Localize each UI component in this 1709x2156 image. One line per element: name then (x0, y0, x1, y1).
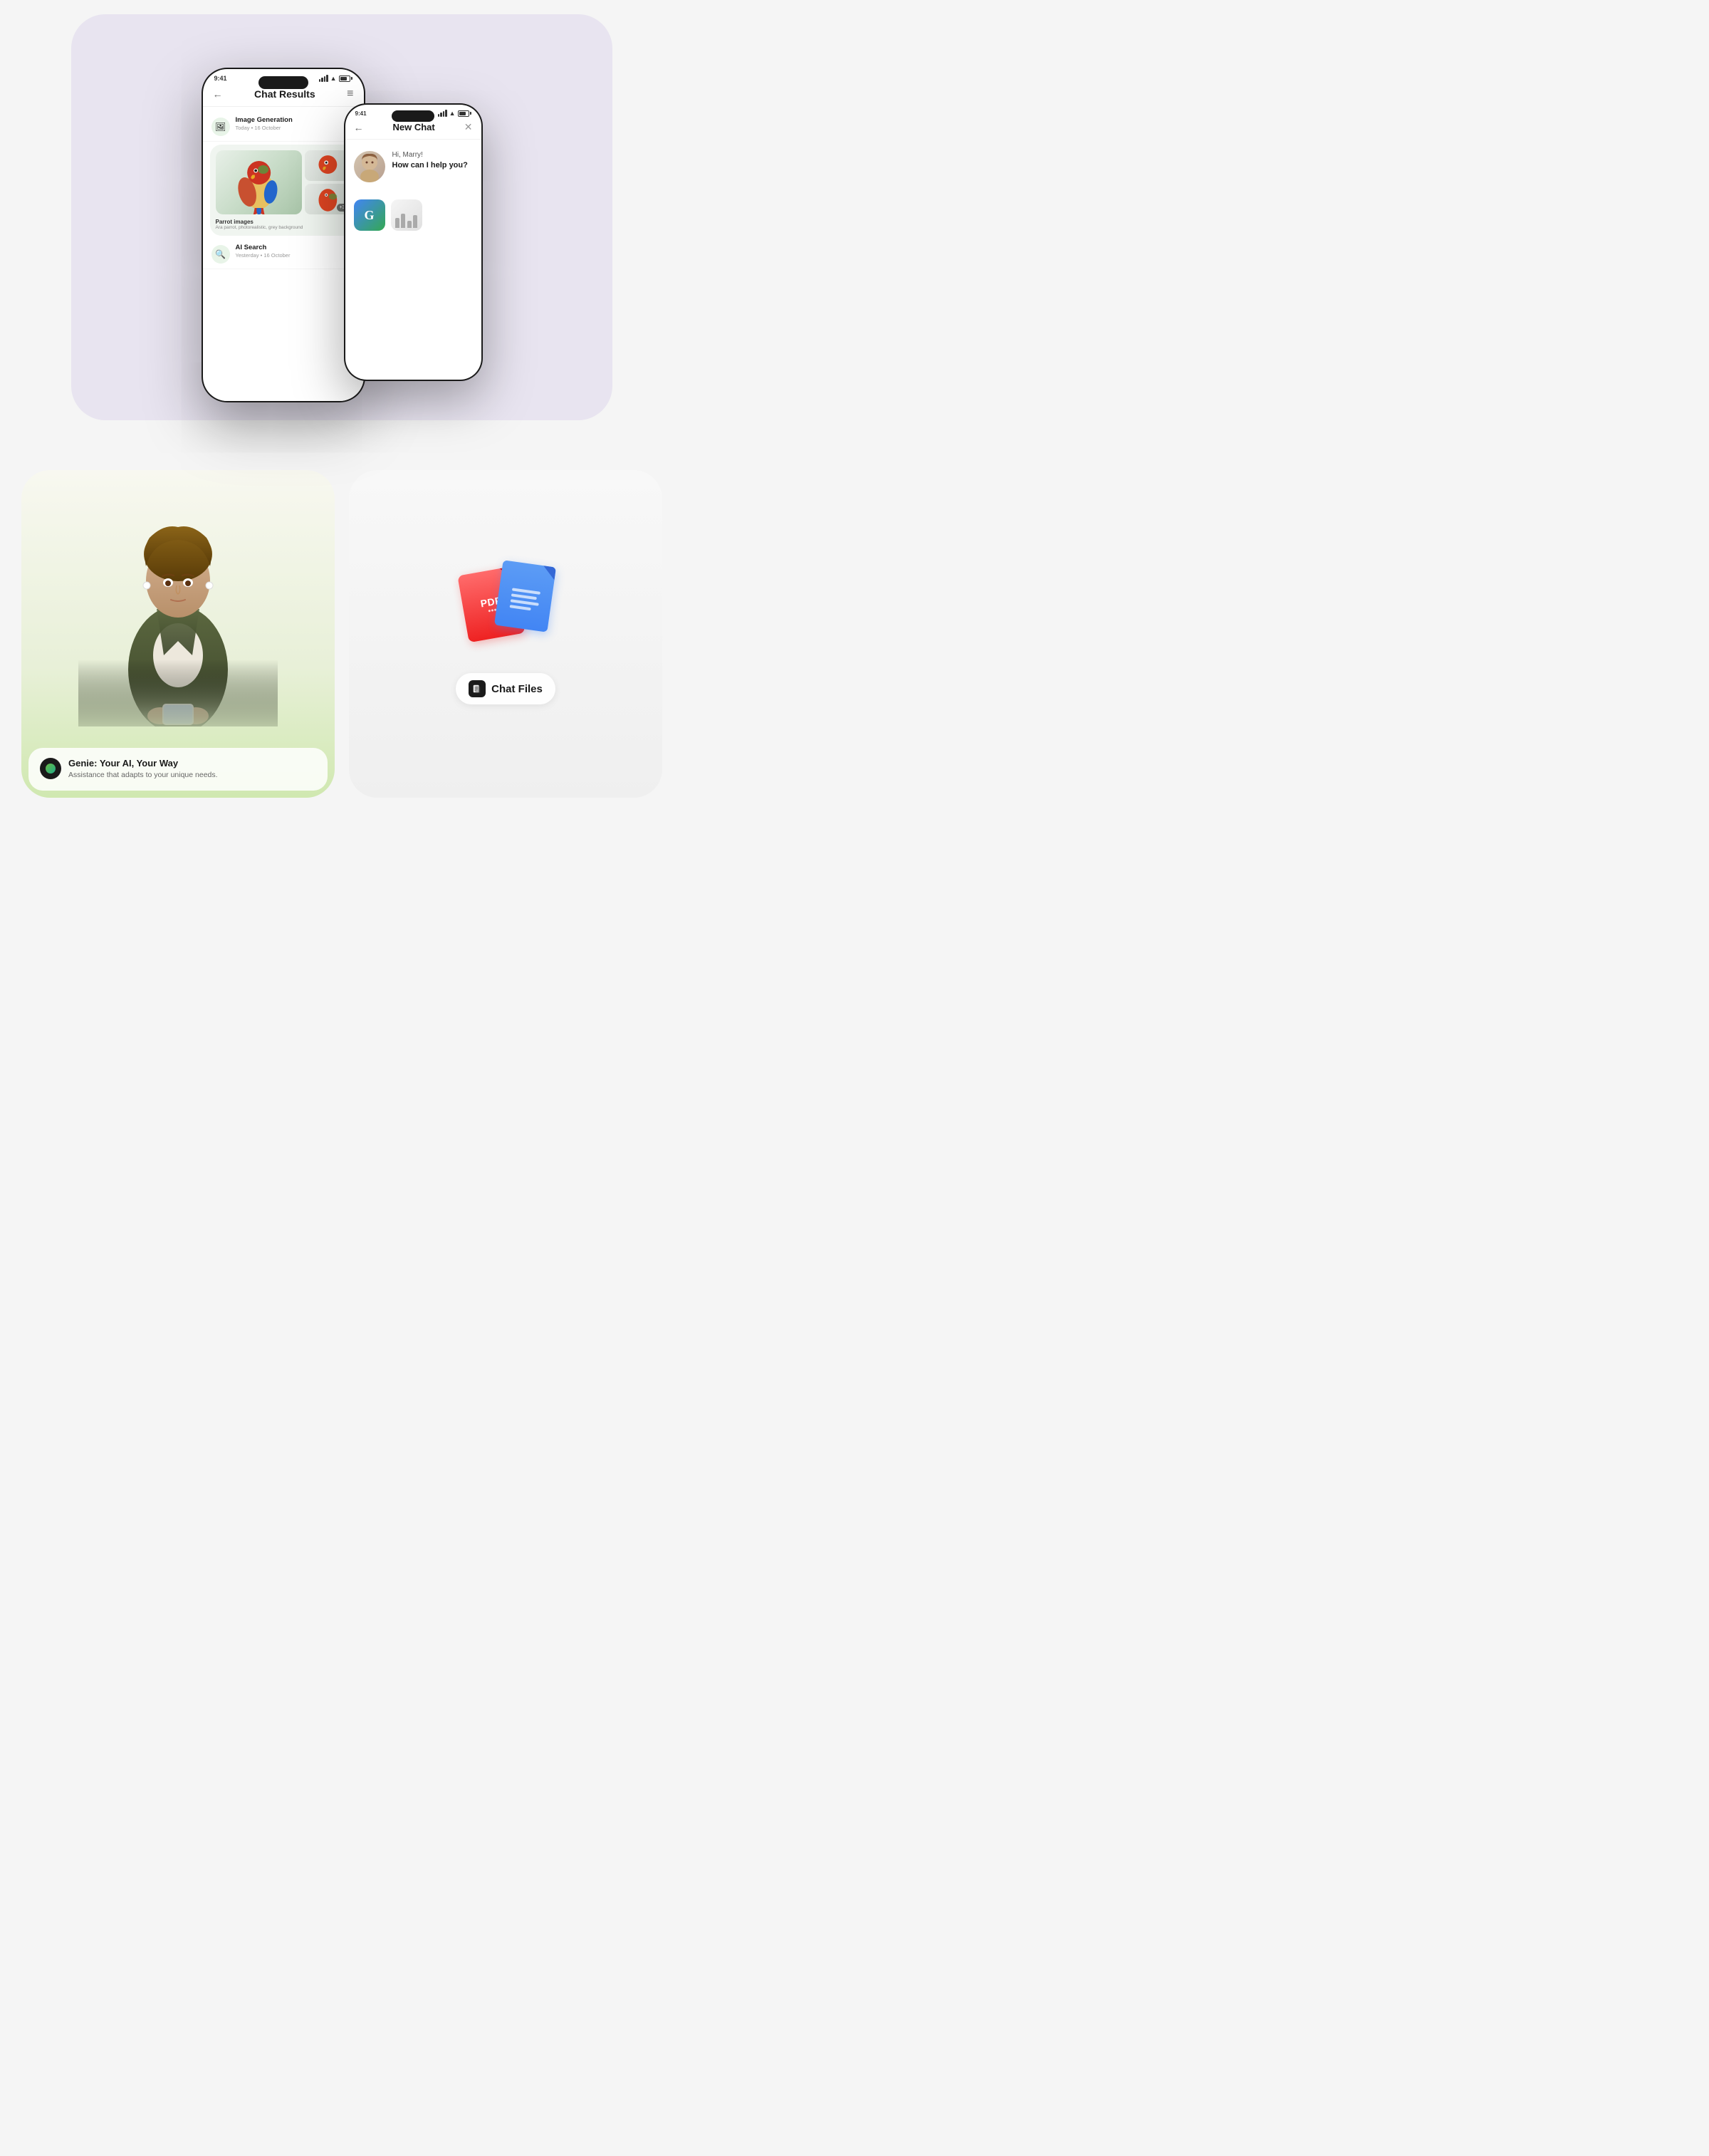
avatar-illustration (354, 151, 385, 182)
phone2-app-icons: G (345, 194, 481, 236)
phones-container: 9:41 ▲ (202, 68, 483, 402)
phone1-title: Chat Results (254, 88, 315, 100)
chat-item-date: Yesterday • 16 October (236, 252, 350, 259)
google-app-icon[interactable]: G (354, 199, 385, 231)
phone2-status-icons: ▲ (438, 110, 471, 117)
new-chat-welcome: Hi, Marry! How can I help you? (345, 140, 481, 194)
phone1-screen: 9:41 ▲ (203, 69, 364, 401)
battery-icon (339, 75, 352, 82)
greeting-text: Hi, Marry! (392, 151, 473, 159)
files-label-text: Chat Files (491, 683, 543, 695)
avatar (354, 151, 385, 182)
person-svg (78, 470, 278, 727)
phone1-back-button[interactable]: ← (213, 88, 223, 100)
chat-item-name: Image Generation (236, 116, 350, 124)
chat-item-date: Today • 16 October (236, 125, 350, 131)
signal-icon (319, 75, 328, 82)
gdoc-corner (542, 566, 556, 580)
chart-app-icon[interactable] (391, 199, 422, 231)
chat-files-label[interactable]: Chat Files (456, 673, 555, 704)
genie-logo-inner (46, 764, 56, 774)
chat-list: 🖼 Image Generation Today • 16 October ↗ (203, 107, 364, 274)
phone2-close-button[interactable]: ✕ (464, 121, 473, 133)
fade-overlay (203, 380, 364, 401)
phone2-title: New Chat (393, 122, 435, 132)
files-icons-container: PDF ●●● (456, 563, 555, 704)
parrot-main-image (216, 150, 302, 214)
list-item[interactable]: 🖼 Image Generation Today • 16 October ↗ (203, 111, 364, 142)
welcome-text: Hi, Marry! How can I help you? (392, 151, 473, 170)
help-text: How can I help you? (392, 160, 473, 170)
files-card: PDF ●●● (349, 470, 662, 798)
gdoc-lines (504, 583, 545, 617)
chat-item-icon: 🖼 (211, 118, 230, 136)
phone-chat-results: 9:41 ▲ (202, 68, 365, 402)
files-icons: PDF ●●● (456, 563, 555, 656)
top-section: 9:41 ▲ (0, 0, 684, 442)
chat-item-name: AI Search (236, 244, 350, 251)
phone1-menu-button[interactable]: ≡ (347, 88, 353, 100)
chat-item-icon: 🔍 (211, 245, 230, 264)
battery-icon (458, 110, 471, 117)
genie-person-illustration (21, 470, 335, 727)
phone2-screen: 9:41 ▲ (345, 105, 481, 380)
parrot-illustration (216, 150, 302, 214)
phone1-time: 9:41 (214, 75, 227, 82)
phone-new-chat: 9:41 ▲ (344, 103, 483, 381)
signal-icon (438, 110, 447, 117)
gdoc-line (511, 593, 536, 600)
genie-title: Genie: Your AI, Your Way (68, 758, 316, 769)
phone2-time: 9:41 (355, 110, 367, 117)
genie-info-box: Genie: Your AI, Your Way Assistance that… (28, 748, 328, 791)
wifi-icon: ▲ (449, 110, 456, 117)
phone2-back-button[interactable]: ← (354, 122, 364, 133)
phone2-header: ← New Chat ✕ (345, 119, 481, 140)
parrot-image-card[interactable]: +3 Parrot images Ara parrot, photorealis… (210, 145, 357, 236)
genie-subtitle: Assistance that adapts to your unique ne… (68, 770, 316, 781)
chat-item-info: Image Generation Today • 16 October (236, 116, 350, 131)
genie-card: Genie: Your AI, Your Way Assistance that… (21, 470, 335, 798)
chat-item-info: AI Search Yesterday • 16 October (236, 244, 350, 259)
wifi-icon: ▲ (330, 75, 337, 82)
files-icon-svg (472, 684, 482, 694)
files-icon-small (469, 680, 486, 697)
list-item[interactable]: 🔍 AI Search Yesterday • 16 October ↗ (203, 239, 364, 269)
gdoc-line (509, 605, 531, 610)
genie-logo (40, 758, 61, 779)
parrot-card-desc: Ara parrot, photorealistic, grey backgro… (216, 225, 351, 230)
genie-text-block: Genie: Your AI, Your Way Assistance that… (68, 758, 316, 781)
gdoc-icon (494, 560, 556, 632)
bottom-section: Genie: Your AI, Your Way Assistance that… (0, 442, 684, 826)
parrot-card-name: Parrot images (216, 219, 351, 225)
dynamic-island-2 (392, 110, 434, 122)
dynamic-island-1 (258, 76, 308, 89)
phone1-status-icons: ▲ (319, 75, 352, 82)
parrot-image-gallery: +3 (216, 150, 351, 214)
